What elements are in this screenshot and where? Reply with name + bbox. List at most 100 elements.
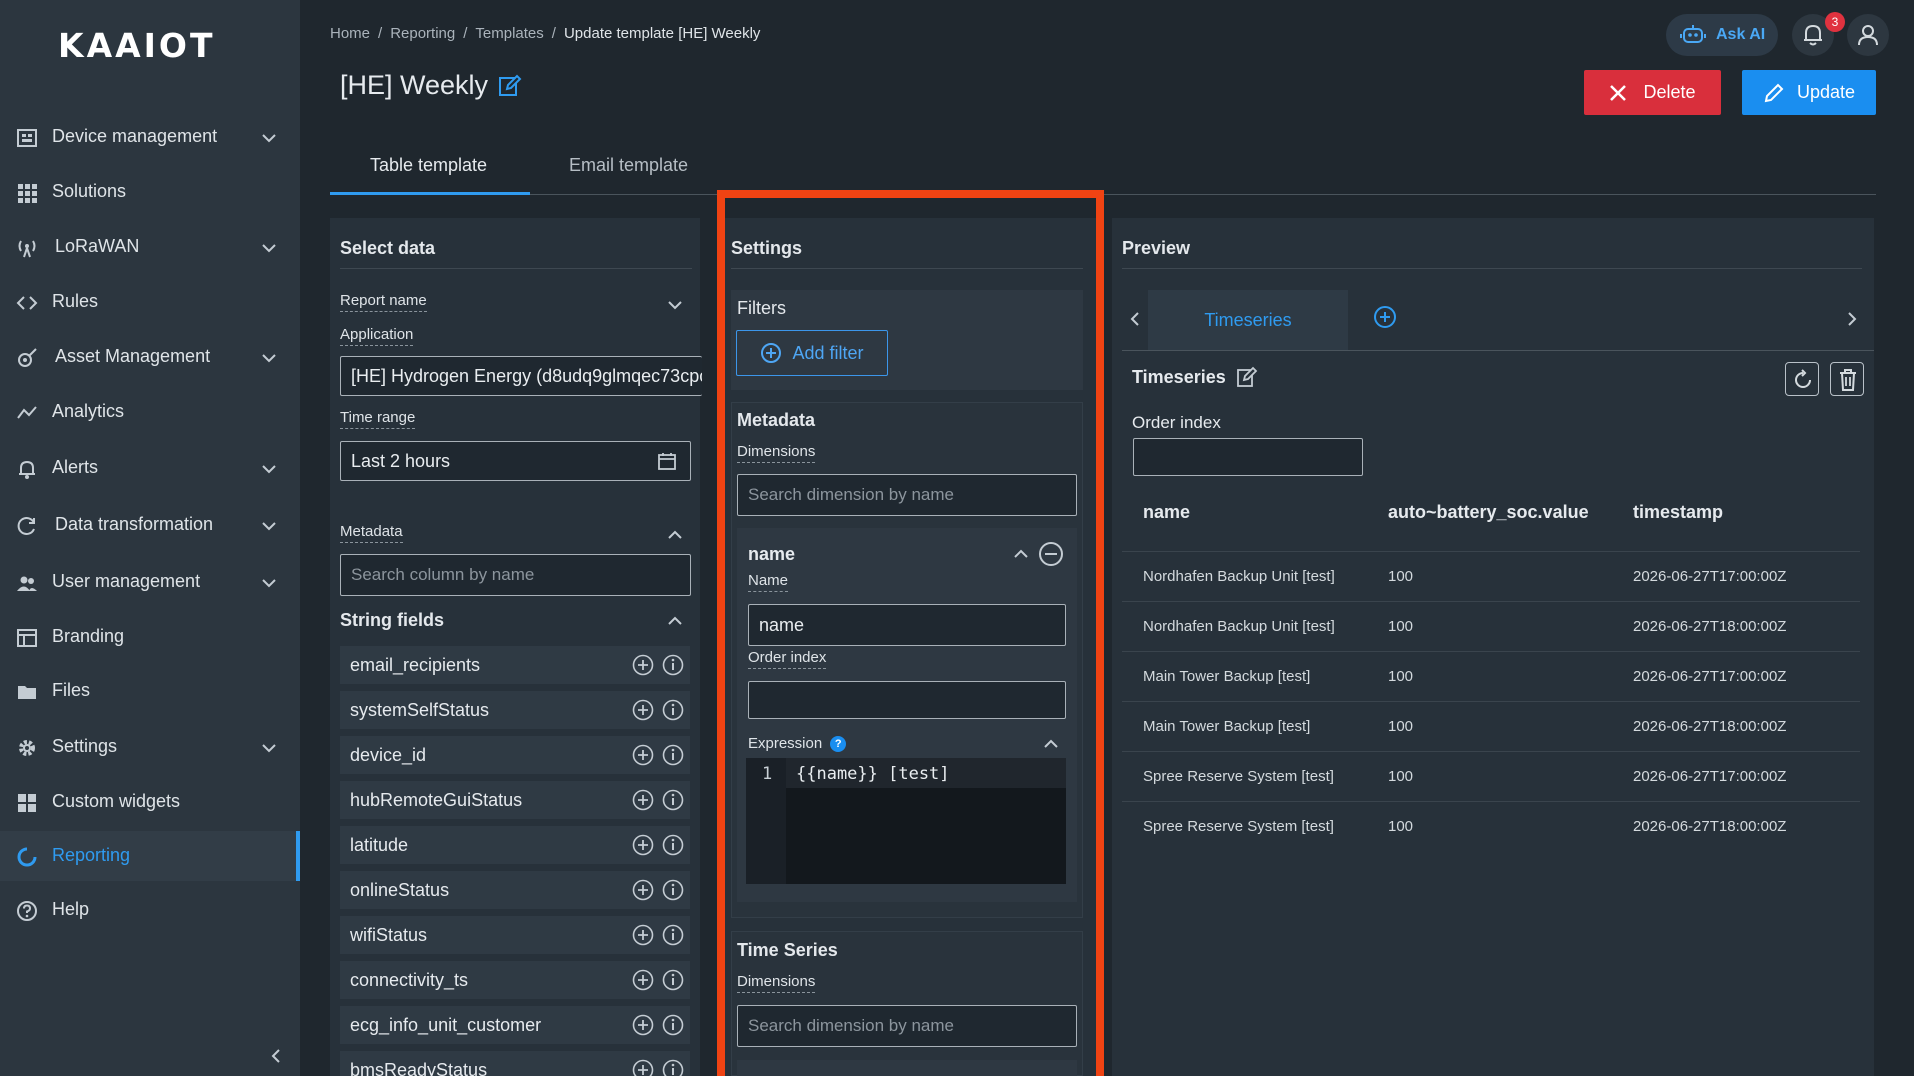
edit-icon[interactable] [498,74,522,98]
preview-order-index-input[interactable] [1133,438,1363,476]
breadcrumb-home[interactable]: Home [330,25,370,42]
sidebar-item-solutions[interactable]: Solutions [0,167,300,217]
add-tab-icon[interactable] [1373,305,1397,329]
add-field-icon[interactable] [632,744,654,766]
info-icon[interactable] [662,1059,684,1076]
string-field-row: latitude [340,826,690,864]
string-field-name: hubRemoteGuiStatus [350,789,523,810]
info-icon[interactable] [662,879,684,901]
chevron-up-icon[interactable] [666,526,684,544]
add-field-icon[interactable] [632,1014,654,1036]
delete-timeseries-button[interactable] [1830,362,1864,396]
logo-text: KAAIOT [58,26,216,65]
tab-timeseries[interactable]: Timeseries [1148,290,1348,350]
chevron-down-icon [262,579,276,588]
sidebar-item-analytics[interactable]: Analytics [0,387,300,437]
cell-name: Spree Reserve System [test] [1143,818,1334,835]
sidebar-item-custom-widgets[interactable]: Custom widgets [0,777,300,827]
breadcrumb-templates[interactable]: Templates [475,25,543,42]
users-icon [17,576,37,591]
cell-timestamp: 2026-06-27T18:00:00Z [1633,718,1787,735]
code-icon [16,296,38,310]
info-icon[interactable] [662,924,684,946]
chevron-down-icon [262,465,276,474]
time-range-input[interactable]: Last 2 hours [340,441,691,481]
sidebar: KAAIOT Device management Solutions LoRaW… [0,0,300,1076]
info-icon[interactable] [662,789,684,811]
edit-icon[interactable] [1236,366,1258,388]
table-row: Spree Reserve System [test] 100 2026-06-27… [1122,801,1860,851]
string-field-name: onlineStatus [350,879,450,900]
chevron-up-icon[interactable] [666,612,684,630]
add-field-icon[interactable] [632,1059,654,1076]
cell-timestamp: 2026-06-27T17:00:00Z [1633,668,1787,685]
page-title: [HE] Weekly [340,70,522,101]
info-icon[interactable] [662,1014,684,1036]
breadcrumb-reporting[interactable]: Reporting [390,25,455,42]
user-icon [1858,25,1878,46]
info-icon[interactable] [662,654,684,676]
string-field-name: wifiStatus [350,924,428,945]
calendar-icon[interactable] [657,451,677,471]
user-menu-button[interactable] [1847,14,1889,56]
sidebar-item-label: Branding [52,626,125,646]
tab-email-template[interactable]: Email template [569,155,688,176]
ask-ai-button[interactable]: Ask AI [1666,14,1778,56]
sidebar-item-rules[interactable]: Rules [0,277,300,327]
breadcrumb: Home / Reporting / Templates / Update te… [330,25,760,42]
delete-button[interactable]: Delete [1584,70,1721,115]
info-icon[interactable] [662,699,684,721]
info-icon[interactable] [662,744,684,766]
sidebar-item-reporting[interactable]: Reporting [0,831,300,881]
refresh-button[interactable] [1785,362,1819,396]
sidebar-item-data-transformation[interactable]: Data transformation [0,500,300,550]
kaaiot-logo[interactable]: KAAIOT [58,18,248,65]
chevron-left-icon[interactable] [1126,310,1144,328]
sidebar-item-settings[interactable]: Settings [0,722,300,772]
sidebar-item-asset-management[interactable]: Asset Management [0,332,300,382]
breadcrumb-separator: / [551,25,556,42]
metadata-label: Metadata [340,523,403,543]
sidebar-item-alerts[interactable]: Alerts [0,443,300,493]
update-button[interactable]: Update [1742,70,1876,115]
sidebar-item-branding[interactable]: Branding [0,612,300,662]
add-field-icon[interactable] [632,969,654,991]
add-field-icon[interactable] [632,834,654,856]
collapse-sidebar-icon[interactable] [266,1046,286,1066]
sidebar-item-lorawan[interactable]: LoRaWAN [0,222,300,272]
string-field-name: systemSelfStatus [350,699,490,720]
chevron-down-icon [262,134,276,143]
select-data-title: Select data [340,238,436,258]
chevron-down-icon[interactable] [666,296,684,314]
sidebar-item-label: Data transformation [55,514,214,534]
add-field-icon[interactable] [632,879,654,901]
add-field-icon[interactable] [632,789,654,811]
tab-table-template[interactable]: Table template [370,155,487,176]
branding-icon [17,629,37,647]
refresh-icon [1795,369,1811,388]
sidebar-item-device-management[interactable]: Device management [0,112,300,162]
update-label: Update [1796,82,1856,102]
cell-name: Main Tower Backup [test] [1143,668,1311,685]
sidebar-item-label: Custom widgets [52,791,181,811]
cell-battery-soc: 100 [1388,668,1414,685]
ask-ai-label: Ask AI [1716,26,1766,43]
cell-name: Nordhafen Backup Unit [test] [1143,618,1335,635]
chevron-right-icon[interactable] [1843,310,1861,328]
sidebar-item-help[interactable]: Help [0,885,300,935]
sidebar-item-user-management[interactable]: User management [0,557,300,607]
string-field-row: email_recipients [340,646,690,684]
info-icon[interactable] [662,834,684,856]
info-icon[interactable] [662,969,684,991]
add-field-icon[interactable] [632,699,654,721]
column-search-input[interactable]: Search column by name [340,554,691,596]
sidebar-item-files[interactable]: Files [0,666,300,716]
help-icon [17,901,37,921]
cell-name: Nordhafen Backup Unit [test] [1143,568,1335,585]
add-field-icon[interactable] [632,924,654,946]
timeseries-section-header: Timeseries [1132,366,1258,388]
sidebar-item-label: Settings [52,736,118,756]
application-input[interactable]: [HE] Hydrogen Energy (d8udq9glmqec73cpc [340,356,702,396]
device-icon [17,129,37,147]
add-field-icon[interactable] [632,654,654,676]
